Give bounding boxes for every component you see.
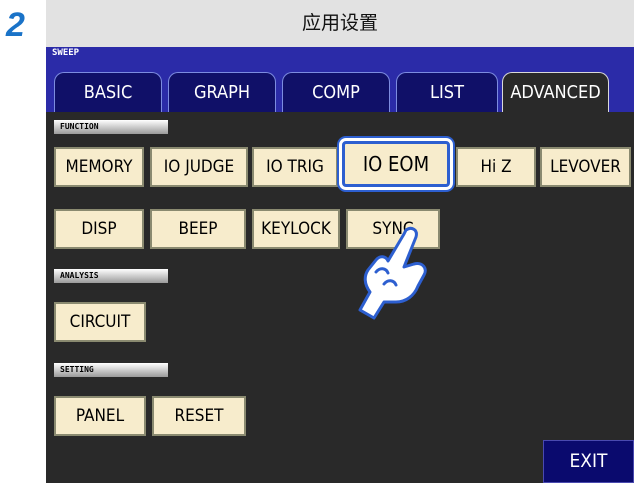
io-eom-button[interactable]: IO EOM — [342, 141, 450, 187]
pointing-hand-icon — [358, 226, 427, 320]
levover-button[interactable]: LEVOVER — [540, 147, 631, 187]
page-title: 应用设置 — [46, 0, 634, 47]
tab-graph[interactable]: GRAPH — [168, 72, 276, 112]
memory-button[interactable]: MEMORY — [54, 147, 144, 187]
section-analysis: ANALYSIS — [54, 269, 168, 283]
section-function-label: FUNCTION — [60, 122, 99, 131]
section-function: FUNCTION — [54, 120, 168, 134]
io-judge-button[interactable]: IO JUDGE — [150, 147, 248, 187]
io-trig-button[interactable]: IO TRIG — [252, 147, 338, 187]
tab-bar: BASIC GRAPH COMP LIST ADVANCED — [46, 60, 634, 112]
panel-button[interactable]: PANEL — [54, 396, 146, 436]
beep-button[interactable]: BEEP — [150, 209, 246, 249]
device-screen: SWEEP BASIC GRAPH COMP LIST ADVANCED FUN… — [46, 47, 634, 483]
tab-comp[interactable]: COMP — [282, 72, 390, 112]
section-analysis-label: ANALYSIS — [60, 271, 99, 280]
circuit-button[interactable]: CIRCUIT — [54, 302, 146, 342]
step-number: 2 — [6, 6, 25, 44]
disp-button[interactable]: DISP — [54, 209, 144, 249]
mode-bar: SWEEP — [46, 47, 634, 60]
mode-label: SWEEP — [52, 48, 80, 58]
exit-button[interactable]: EXIT — [543, 440, 634, 483]
tab-basic[interactable]: BASIC — [54, 72, 162, 112]
tab-list[interactable]: LIST — [396, 72, 498, 112]
keylock-button[interactable]: KEYLOCK — [252, 209, 340, 249]
reset-button[interactable]: RESET — [152, 396, 246, 436]
section-setting-label: SETTING — [60, 365, 94, 374]
section-setting: SETTING — [54, 363, 168, 377]
tab-advanced[interactable]: ADVANCED — [502, 72, 609, 112]
hi-z-button[interactable]: Hi Z — [456, 147, 536, 187]
